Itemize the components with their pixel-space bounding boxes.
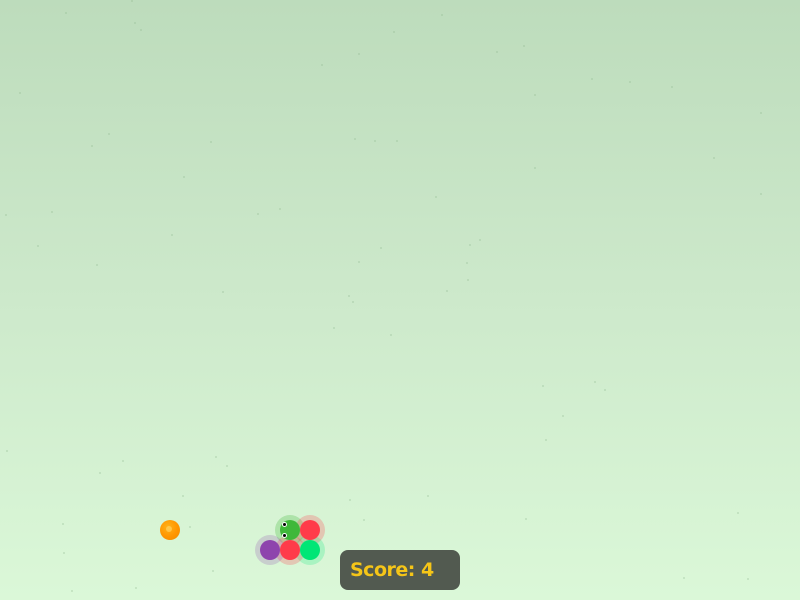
background-speck (760, 193, 762, 195)
background-speck (435, 196, 437, 198)
score-panel: Score: 4 (340, 550, 460, 590)
background-speck (354, 138, 356, 140)
background-speck (352, 301, 354, 303)
background-speck (380, 247, 382, 249)
background-speck (523, 45, 525, 47)
snake-eye-icon (282, 533, 287, 538)
background-speck (5, 214, 7, 216)
background-speck (496, 51, 498, 53)
background-speck (534, 167, 536, 169)
background-speck (713, 157, 715, 159)
background-speck (215, 456, 217, 458)
background-speck (63, 552, 65, 554)
background-speck (171, 234, 173, 236)
background-speck (604, 389, 606, 391)
score-label: Score: 4 (350, 559, 434, 581)
background-speck (542, 385, 544, 387)
background-speck (182, 495, 184, 497)
background-speck (71, 590, 73, 592)
background-speck (321, 64, 323, 66)
background-speck (479, 239, 481, 241)
background-speck (390, 334, 392, 336)
background-speck (358, 53, 360, 55)
snake-body-segment (300, 540, 320, 560)
background-speck (333, 327, 335, 329)
snake-head (280, 520, 300, 540)
background-speck (467, 279, 469, 281)
background-speck (349, 499, 351, 501)
background-speck (6, 450, 8, 452)
background-speck (374, 140, 376, 142)
background-speck (534, 94, 536, 96)
background-speck (222, 291, 224, 293)
background-speck (65, 12, 67, 14)
background-speck (189, 526, 191, 528)
background-speck (671, 86, 673, 88)
background-speck (683, 577, 685, 579)
snake-body-segment (280, 540, 300, 560)
background-speck (183, 176, 185, 178)
background-speck (466, 262, 468, 264)
background-speck (629, 81, 631, 83)
background-speck (99, 472, 101, 474)
background-speck (257, 213, 259, 215)
background-speck (91, 145, 93, 147)
background-speck (122, 460, 124, 462)
background-speck (37, 245, 39, 247)
background-speck (108, 133, 110, 135)
background-speck (131, 0, 133, 2)
background-speck (226, 465, 228, 467)
background-speck (545, 439, 547, 441)
background-speck (747, 578, 749, 580)
background-speck (760, 112, 762, 114)
background-speck (591, 78, 593, 80)
background-speck (140, 29, 142, 31)
background-speck (62, 523, 64, 525)
background-speck (51, 211, 53, 213)
background-speck (212, 570, 214, 572)
background-speck (19, 92, 21, 94)
background-speck (96, 264, 98, 266)
snake-body-segment (300, 520, 320, 540)
background-speck (279, 208, 281, 210)
background-speck (525, 518, 527, 520)
background-speck (562, 415, 564, 417)
background-speck (135, 587, 137, 589)
background-speck (134, 22, 136, 24)
background-speck (363, 519, 365, 521)
background-speck (446, 290, 448, 292)
background-speck (469, 244, 471, 246)
background-speck (210, 141, 212, 143)
background-speck (427, 495, 429, 497)
snake-eye-icon (282, 522, 287, 527)
orange-food-icon (160, 520, 180, 540)
background-speck (737, 512, 739, 514)
game-board[interactable]: Score: 4 (0, 0, 800, 600)
background-speck (358, 261, 360, 263)
background-speck (594, 381, 596, 383)
background-speck (396, 140, 398, 142)
background-speck (348, 295, 350, 297)
background-speck (441, 14, 443, 16)
background-speck (393, 31, 395, 33)
snake-body-segment (260, 540, 280, 560)
